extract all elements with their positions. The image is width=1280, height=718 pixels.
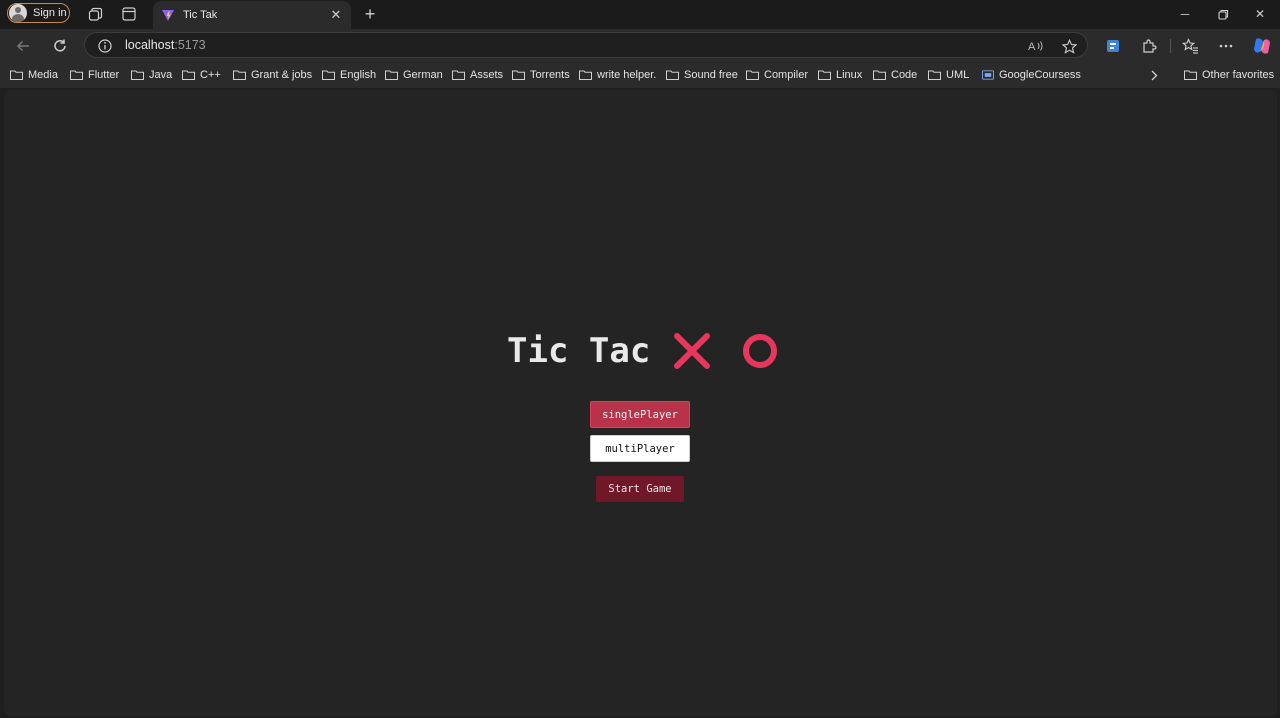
o-mark-icon	[743, 334, 778, 368]
more-options-icon[interactable]	[1215, 35, 1237, 57]
bookmark-german[interactable]: German	[385, 66, 443, 84]
bookmark-write-helper[interactable]: write helper.	[579, 66, 656, 84]
bookmark-googlecoursess[interactable]: GoogleCoursess	[982, 66, 1081, 84]
folder-icon	[233, 70, 246, 80]
folder-icon	[10, 70, 23, 80]
extensions-puzzle-icon[interactable]	[1138, 35, 1160, 57]
bookmark-code[interactable]: Code	[873, 66, 917, 84]
folder-icon	[818, 70, 831, 80]
vite-favicon-icon	[162, 10, 174, 21]
bookmark-assets[interactable]: Assets	[452, 66, 503, 84]
folder-icon	[70, 70, 83, 80]
bookmark-label: C++	[200, 69, 221, 81]
bookmark-torrents[interactable]: Torrents	[512, 66, 570, 84]
bookmark-label: Code	[891, 69, 918, 81]
favorites-icon[interactable]	[1179, 35, 1201, 57]
back-arrow-icon[interactable]	[12, 35, 34, 57]
folder-icon	[928, 70, 941, 80]
bookmark-java[interactable]: Java	[131, 66, 172, 84]
avatar-icon	[9, 4, 27, 22]
site-info-icon[interactable]	[96, 37, 114, 55]
bookmark-label: Sound free	[684, 69, 738, 81]
bookmarks-bar: Media Flutter Java C++ Grant & jobs Engl…	[0, 62, 1280, 88]
workspaces-icon[interactable]	[86, 5, 104, 23]
multi-player-button[interactable]: multiPlayer	[590, 435, 690, 462]
bookmark-label: Linux	[836, 69, 863, 81]
address-bar[interactable]: localhost:5173 A	[84, 32, 1088, 58]
bookmark-linux[interactable]: Linux	[818, 66, 862, 84]
folder-icon	[322, 70, 335, 80]
folder-icon	[666, 70, 679, 80]
bookmark-label: Flutter	[88, 69, 120, 81]
site-favicon-icon	[982, 70, 994, 80]
profile-label: Sign in	[33, 7, 67, 19]
game-title: Tic Tac	[507, 326, 780, 376]
extension-app-icon[interactable]	[1102, 35, 1124, 57]
bookmark-label: Media	[28, 69, 58, 81]
url-text[interactable]: localhost:5173	[125, 38, 206, 52]
folder-icon	[131, 70, 144, 80]
tab-actions-icon[interactable]	[120, 5, 138, 23]
bookmark-label: English	[340, 69, 377, 81]
folder-icon	[512, 70, 525, 80]
bookmark-label: German	[403, 69, 443, 81]
folder-icon	[579, 70, 592, 80]
folder-icon	[452, 70, 465, 80]
bookmark-flutter[interactable]: Flutter	[70, 66, 119, 84]
bookmark-media[interactable]: Media	[10, 66, 58, 84]
read-aloud-icon[interactable]: A	[1027, 37, 1045, 55]
close-tab-icon[interactable]: ✕	[327, 6, 345, 24]
bookmark-compiler[interactable]: Compiler	[746, 66, 808, 84]
bookmark-cpp[interactable]: C++	[182, 66, 221, 84]
bookmark-label: write helper.	[597, 69, 657, 81]
folder-icon	[873, 70, 886, 80]
folder-icon	[746, 70, 759, 80]
bookmark-other-favorites[interactable]: Other favorites	[1184, 66, 1274, 84]
close-window-button[interactable]: ✕	[1245, 4, 1275, 24]
minimize-button[interactable]: ─	[1170, 4, 1200, 24]
tab-title: Tic Tak	[183, 9, 218, 21]
bookmark-label: GoogleCoursess	[999, 69, 1081, 81]
browser-toolbar: localhost:5173 A	[0, 29, 1280, 62]
bookmark-label: Torrents	[530, 69, 570, 81]
bookmark-english[interactable]: English	[322, 66, 376, 84]
chevron-right-icon[interactable]	[1146, 66, 1162, 84]
browser-title-bar: Sign in Tic Tak ✕ + ─ ✕	[0, 0, 1280, 29]
favorite-star-icon[interactable]	[1060, 37, 1078, 55]
x-mark-icon	[674, 333, 711, 369]
tab-tic-tak[interactable]: Tic Tak ✕	[153, 1, 351, 29]
svg-text:A: A	[1028, 41, 1036, 53]
single-player-button[interactable]: singlePlayer	[590, 401, 690, 428]
url-host: localhost	[125, 38, 175, 52]
url-port: :5173	[174, 38, 206, 52]
bookmark-grant-jobs[interactable]: Grant & jobs	[233, 66, 312, 84]
restore-button[interactable]	[1208, 4, 1238, 24]
toolbar-divider	[1170, 39, 1171, 53]
bookmark-label: Java	[149, 69, 173, 81]
bookmark-label: Assets	[470, 69, 504, 81]
page-title: Tic Tac	[507, 331, 651, 371]
bookmark-sound-free[interactable]: Sound free	[666, 66, 738, 84]
copilot-icon[interactable]	[1251, 35, 1273, 57]
refresh-icon[interactable]	[49, 35, 71, 57]
page-viewport: Tic Tac singlePlayer multiPlayer Start G…	[4, 90, 1277, 716]
new-tab-button[interactable]: +	[360, 4, 380, 24]
profile-button[interactable]: Sign in	[7, 3, 70, 23]
bookmark-label: Grant & jobs	[251, 69, 313, 81]
folder-icon	[182, 70, 195, 80]
bookmark-uml[interactable]: UML	[928, 66, 969, 84]
bookmark-label: Other favorites	[1202, 69, 1275, 81]
folder-icon	[1184, 70, 1197, 80]
folder-icon	[385, 70, 398, 80]
bookmark-label: UML	[946, 69, 970, 81]
start-game-button[interactable]: Start Game	[596, 476, 684, 502]
bookmark-label: Compiler	[764, 69, 809, 81]
